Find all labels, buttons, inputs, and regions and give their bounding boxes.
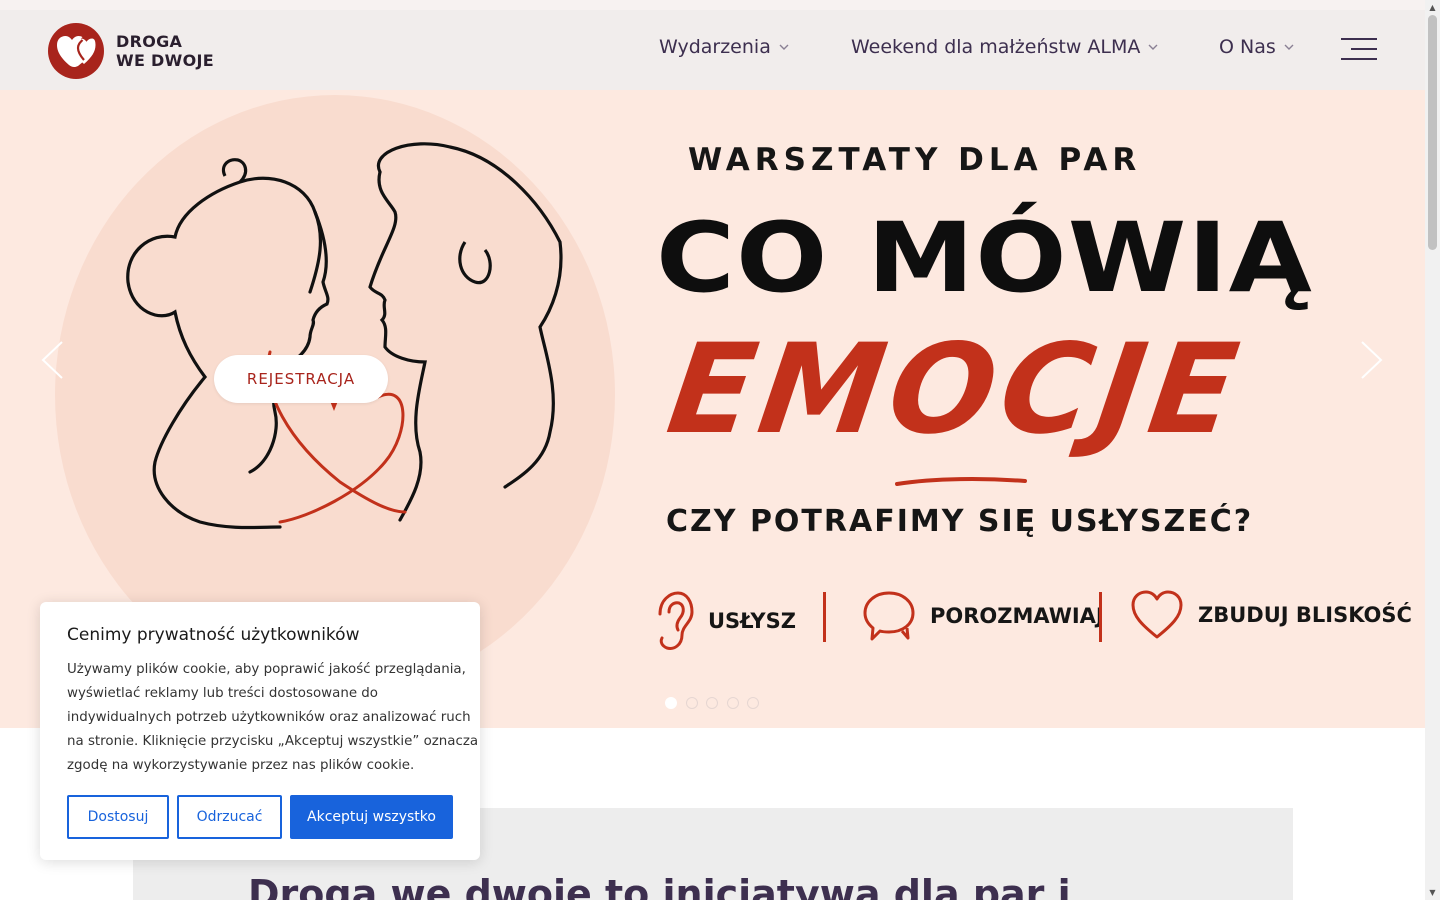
cookie-text-line: wyświetlać reklamy lub treści dostosowan… bbox=[67, 686, 379, 701]
double-heart-logo-icon bbox=[48, 23, 104, 79]
header-topline bbox=[0, 0, 1425, 10]
nav-item-weekend-alma[interactable]: Weekend dla małżeństw ALMA bbox=[851, 36, 1158, 58]
chevron-down-icon bbox=[1284, 44, 1294, 50]
couple-illustration bbox=[126, 142, 563, 530]
feature-porozmawiaj: POROZMAWIAJ bbox=[862, 590, 1104, 642]
cookie-text-line: Używamy plików cookie, aby poprawić jako… bbox=[67, 662, 466, 677]
nav-item-label: Weekend dla małżeństw ALMA bbox=[851, 36, 1141, 58]
ear-icon bbox=[658, 591, 694, 650]
cookie-text: Używamy plików cookie, aby poprawić jako… bbox=[67, 658, 479, 778]
feature-divider bbox=[823, 592, 826, 642]
feature-label: POROZMAWIAJ bbox=[930, 604, 1104, 628]
accent-underline bbox=[895, 477, 1027, 486]
feature-label: USŁYSZ bbox=[708, 609, 796, 633]
cookie-consent-dialog: Cenimy prywatność użytkowników Używamy p… bbox=[40, 602, 480, 860]
cookie-text-line: zgodę na wykorzystywanie przez nas plikó… bbox=[67, 758, 415, 773]
chevron-down-icon bbox=[779, 44, 789, 50]
cookie-accept-all-button[interactable]: Akceptuj wszystko bbox=[290, 795, 453, 839]
slider-prev-arrow-icon[interactable] bbox=[40, 340, 64, 380]
page-scrollbar[interactable]: ▲ ▼ bbox=[1425, 0, 1440, 900]
logo-wordmark: DROGA WE DWOJE bbox=[116, 32, 214, 70]
slider-dot[interactable] bbox=[706, 697, 718, 709]
feature-label: ZBUDUJ BLISKOŚĆ bbox=[1198, 603, 1412, 627]
slider-dot[interactable] bbox=[747, 697, 759, 709]
slide-subtitle: WARSZTATY DLA PAR bbox=[688, 142, 1142, 178]
feature-uslysz: USŁYSZ bbox=[652, 590, 796, 652]
intro-heading: Droga we dwoje to inicjatywa dla par i bbox=[248, 872, 1071, 900]
hamburger-menu-icon[interactable] bbox=[1341, 38, 1377, 62]
feature-zbuduj-bliskosc: ZBUDUJ BLISKOŚĆ bbox=[1130, 590, 1412, 640]
site-logo[interactable]: DROGA WE DWOJE bbox=[48, 23, 214, 79]
cookie-title: Cenimy prywatność użytkowników bbox=[67, 625, 360, 645]
nav-item-label: O Nas bbox=[1219, 36, 1276, 58]
slider-pagination bbox=[665, 697, 768, 709]
scroll-down-arrow-icon[interactable]: ▼ bbox=[1425, 885, 1440, 900]
slider-dot[interactable] bbox=[726, 697, 739, 709]
site-header: DROGA WE DWOJE Wydarzenia Weekend dla ma… bbox=[0, 0, 1425, 90]
feature-divider bbox=[1099, 592, 1102, 642]
cookie-customize-button[interactable]: Dostosuj bbox=[67, 795, 169, 839]
nav-item-wydarzenia[interactable]: Wydarzenia bbox=[659, 36, 789, 58]
cookie-reject-button[interactable]: Odrzucać bbox=[177, 795, 282, 839]
slide-accent-word: EMOCJE bbox=[659, 318, 1252, 462]
registration-button[interactable]: REJESTRACJA bbox=[214, 355, 388, 403]
slider-next-arrow-icon[interactable] bbox=[1360, 340, 1384, 380]
nav-item-label: Wydarzenia bbox=[659, 36, 771, 58]
nav-item-o-nas[interactable]: O Nas bbox=[1219, 36, 1294, 58]
slide-title: CO MÓWIĄ bbox=[656, 202, 1313, 314]
slide-question: CZY POTRAFIMY SIĘ USŁYSZEĆ? bbox=[666, 504, 1254, 539]
cookie-text-line: na stronie. Kliknięcie przycisku „Akcept… bbox=[67, 734, 479, 749]
slider-dot[interactable] bbox=[665, 697, 677, 709]
logo-line1: DROGA bbox=[116, 32, 183, 51]
scrollbar-thumb[interactable] bbox=[1428, 15, 1437, 250]
speech-bubble-icon bbox=[863, 591, 915, 641]
slider-dot[interactable] bbox=[685, 697, 698, 709]
cookie-text-line: indywidualnych potrzeb użytkowników oraz… bbox=[67, 710, 471, 725]
chevron-down-icon bbox=[1148, 44, 1158, 50]
scroll-up-arrow-icon[interactable]: ▲ bbox=[1425, 0, 1440, 15]
logo-line2: WE DWOJE bbox=[116, 51, 214, 70]
heart-icon bbox=[1131, 590, 1183, 639]
